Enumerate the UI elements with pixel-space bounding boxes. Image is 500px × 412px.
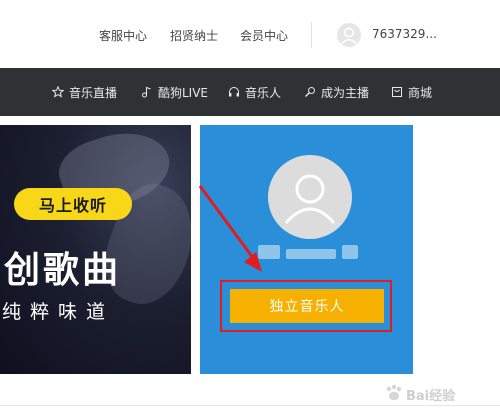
annotation-arrow — [198, 185, 262, 272]
paw-logo-icon — [386, 384, 402, 401]
watermark-text: Bai经验 — [406, 389, 456, 404]
watermark: Bai经验 — [384, 379, 496, 407]
